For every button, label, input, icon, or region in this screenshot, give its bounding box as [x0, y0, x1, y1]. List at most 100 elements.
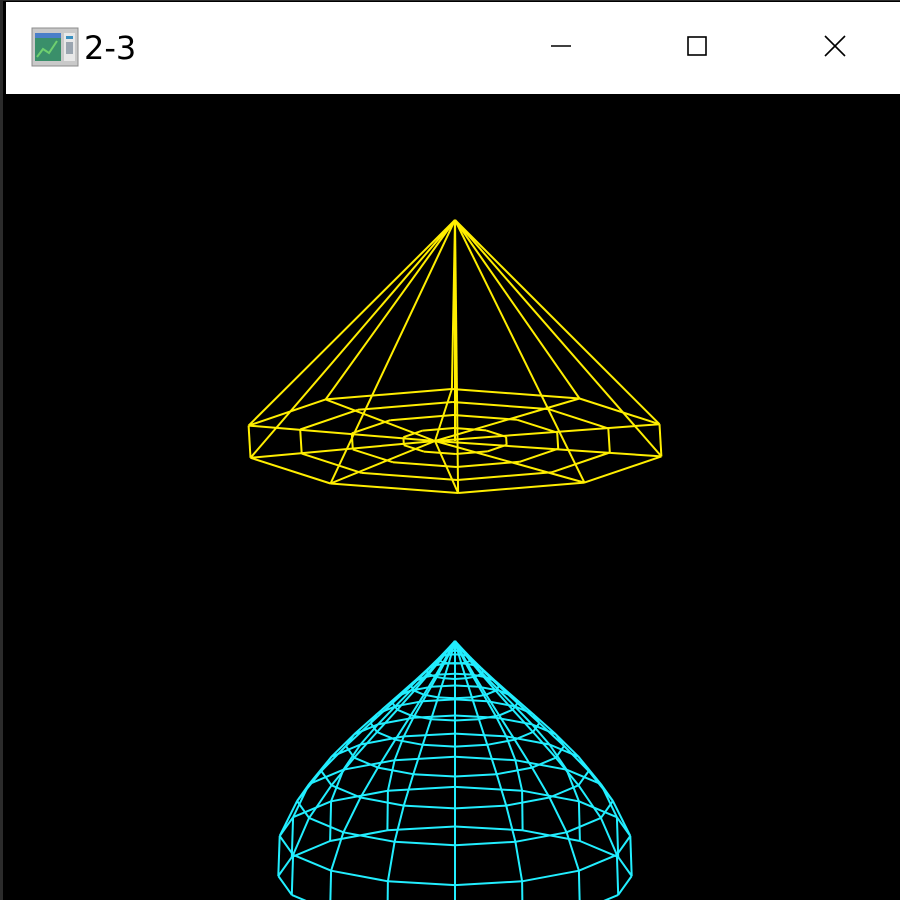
scene-svg: [247, 219, 663, 900]
wire-edge: [556, 432, 560, 449]
wire-edge: [395, 738, 423, 746]
wire-edge: [290, 817, 295, 858]
wire-edge: [514, 841, 524, 882]
wire-edge: [386, 841, 396, 882]
wire-edge: [577, 801, 581, 842]
wire-edge: [443, 663, 450, 679]
wire-edge: [454, 732, 507, 738]
wire-edge: [292, 817, 311, 856]
wire-edge: [454, 684, 479, 688]
wire-edge: [387, 880, 456, 887]
wire-edge: [403, 804, 456, 810]
wire-edge: [434, 423, 660, 442]
wire-edge: [454, 880, 523, 887]
wire-edge: [438, 696, 456, 700]
wire-edge: [658, 424, 663, 457]
wire-edge: [454, 677, 466, 680]
wire-cone: [247, 219, 663, 494]
wire-edge: [454, 672, 472, 676]
wire-edge: [350, 433, 354, 450]
wire-edge: [330, 869, 389, 883]
wire-edge: [454, 840, 516, 847]
wire-edge: [464, 678, 473, 698]
wire-edge: [413, 689, 425, 696]
wire-edge: [454, 804, 507, 810]
title-bar[interactable]: 2-3: [6, 2, 900, 94]
wire-edge: [496, 766, 533, 776]
wire-edge: [330, 831, 345, 872]
wire-edge: [248, 398, 326, 427]
minimize-button[interactable]: [493, 2, 629, 94]
wire-edge: [498, 708, 514, 717]
wire-edge: [477, 718, 489, 746]
wire-edge: [377, 766, 414, 776]
wire-edge: [422, 743, 456, 748]
wire-edge: [248, 424, 436, 442]
wire-edge: [532, 713, 557, 736]
wire-edge: [513, 739, 533, 769]
wire-edge: [514, 759, 524, 791]
wire-edge: [357, 401, 453, 411]
wire-edge: [565, 831, 580, 872]
wire-edge: [247, 425, 252, 458]
wire-edge: [324, 219, 456, 400]
close-button[interactable]: [767, 2, 900, 94]
wire-edge: [454, 219, 581, 400]
wire-edge: [603, 893, 619, 900]
wire-edge: [247, 219, 456, 427]
wire-edge: [505, 805, 517, 843]
render-canvas[interactable]: [6, 94, 900, 900]
wire-edge: [521, 790, 524, 831]
wire-edge: [454, 696, 472, 700]
wire-edge: [474, 676, 487, 696]
wire-edge: [325, 388, 452, 401]
wire-edge: [551, 451, 611, 474]
wire-edge: [487, 738, 515, 746]
wire-edge: [451, 388, 580, 400]
wire-edge: [454, 698, 488, 703]
wire-edge: [413, 773, 456, 778]
wire-edge: [454, 755, 516, 762]
wire-edge: [437, 678, 446, 698]
window-title: 2-3: [84, 29, 137, 67]
wire-edge: [563, 745, 590, 772]
wire-edge: [566, 816, 602, 834]
wire-edge: [330, 482, 459, 494]
wire-edge: [290, 854, 295, 895]
wire-edge: [485, 689, 497, 696]
wire-edge: [422, 698, 456, 703]
wire-edge: [434, 440, 662, 458]
wire-edge: [454, 743, 488, 748]
wire-edge: [516, 418, 558, 434]
wire-edge: [612, 800, 632, 837]
wire-sphere: [277, 640, 633, 900]
wire-edge: [454, 714, 497, 719]
wire-edge: [278, 800, 298, 837]
wire-edge: [277, 875, 293, 896]
wire-edge: [360, 796, 404, 807]
wire-edge: [615, 854, 620, 895]
wire-edge: [454, 785, 523, 792]
wire-edge: [577, 870, 581, 900]
maximize-button[interactable]: [629, 2, 765, 94]
wire-edge: [361, 471, 458, 481]
wire-edge: [521, 881, 524, 900]
wire-edge: [584, 455, 662, 484]
wire-edge: [403, 732, 456, 738]
close-icon: [823, 34, 847, 62]
wire-edge: [521, 869, 580, 883]
wire-edge: [387, 785, 456, 792]
wire-edge: [519, 447, 559, 463]
wire-edge: [308, 816, 344, 834]
wire-edge: [320, 745, 347, 772]
wire-edge: [292, 853, 332, 872]
wire-edge: [413, 714, 456, 719]
wire-edge: [505, 436, 508, 445]
wire-edge: [438, 672, 456, 676]
wire-edge: [617, 875, 633, 896]
wire-edge: [615, 817, 620, 858]
wire-edge: [291, 893, 307, 900]
wire-edge: [249, 219, 456, 459]
wire-edge: [250, 456, 331, 485]
wire-edge: [396, 708, 412, 717]
